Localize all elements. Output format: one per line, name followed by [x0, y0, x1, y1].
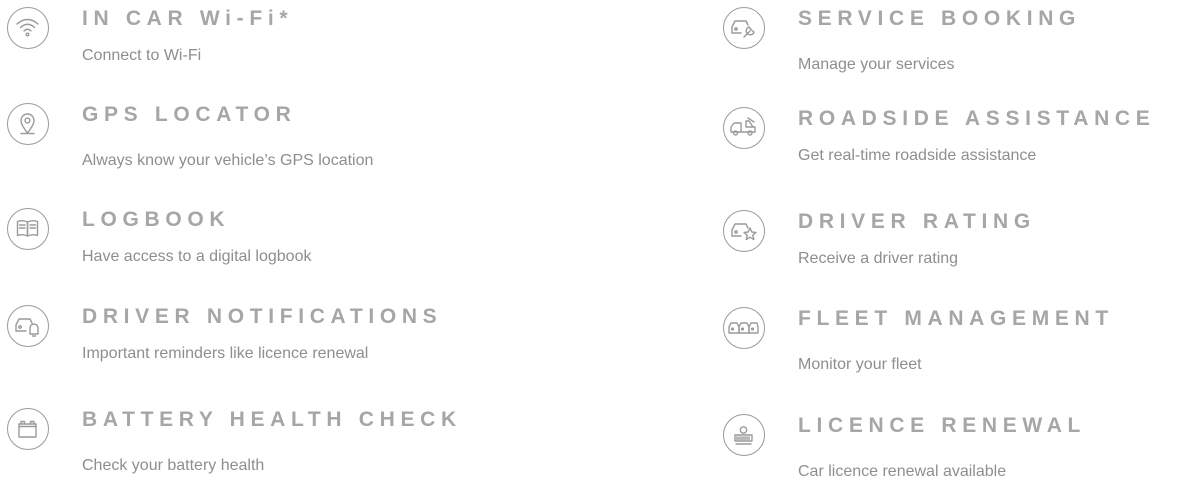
feature-title: GPS LOCATOR [82, 103, 297, 126]
feature-title: ROADSIDE ASSISTANCE [798, 107, 1156, 130]
feature-title: DRIVER RATING [798, 210, 1036, 233]
licence-disc-icon [723, 414, 765, 456]
feature-description: Car licence renewal available [798, 463, 1007, 480]
car-fleet-icon [723, 307, 765, 349]
battery-icon [7, 408, 49, 450]
feature-title: BATTERY HEALTH CHECK [82, 408, 462, 431]
car-wrench-icon [723, 7, 765, 49]
feature-description: Monitor your fleet [798, 356, 922, 373]
feature-description: Get real-time roadside assistance [798, 147, 1037, 164]
car-bell-icon [7, 305, 49, 347]
car-star-icon [723, 210, 765, 252]
book-icon [7, 208, 49, 250]
wifi-icon [7, 7, 49, 49]
feature-description: Manage your services [798, 56, 955, 73]
feature-title: FLEET MANAGEMENT [798, 307, 1114, 330]
location-pin-icon [7, 103, 49, 145]
feature-title: DRIVER NOTIFICATIONS [82, 305, 443, 328]
tow-truck-icon [723, 107, 765, 149]
feature-description: Check your battery health [82, 457, 265, 474]
feature-description: Always know your vehicle’s GPS location [82, 152, 374, 169]
feature-title: SERVICE BOOKING [798, 7, 1082, 30]
feature-description: Connect to Wi-Fi [82, 47, 202, 64]
feature-description: Receive a driver rating [798, 250, 959, 267]
feature-title: IN CAR Wi-Fi* [82, 7, 294, 30]
feature-title: LICENCE RENEWAL [798, 414, 1087, 437]
feature-title: LOGBOOK [82, 208, 231, 231]
feature-description: Important reminders like licence renewal [82, 345, 369, 362]
feature-description: Have access to a digital logbook [82, 248, 312, 265]
